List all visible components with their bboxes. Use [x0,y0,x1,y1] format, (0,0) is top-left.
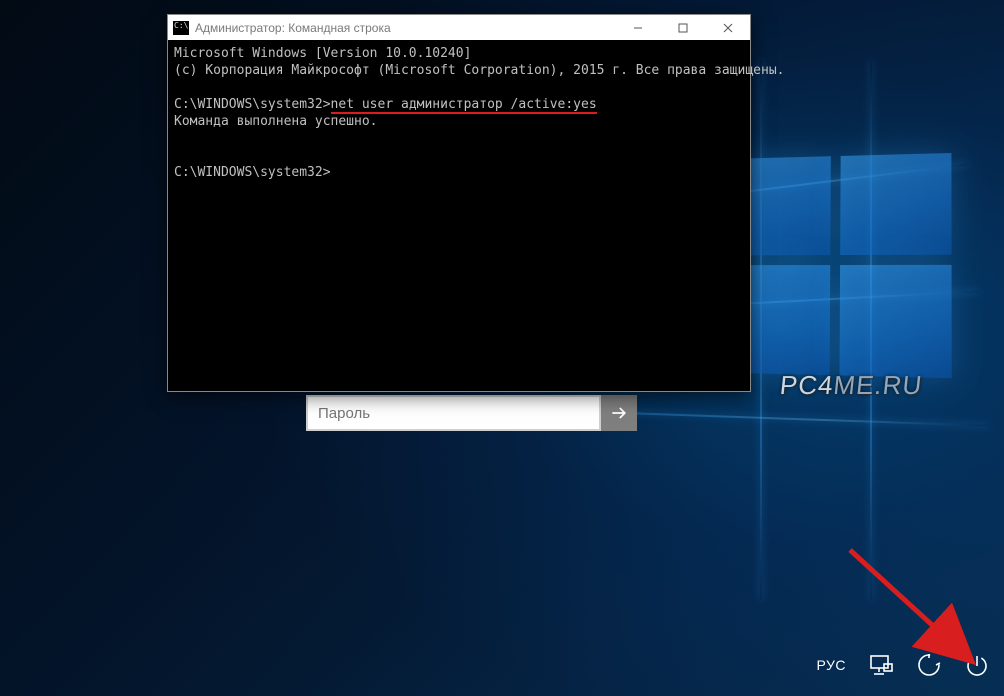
language-indicator[interactable]: РУС [816,657,846,673]
windows-lock-screen: PC4ME.RU Администратор: Командная строка [0,0,1004,696]
terminal-line [174,147,744,164]
ease-of-access-button[interactable] [916,652,942,678]
terminal-output[interactable]: Microsoft Windows [Version 10.0.10240](c… [168,40,750,186]
network-icon [868,654,894,676]
command-prompt-window[interactable]: Администратор: Командная строка Microsof… [167,14,751,392]
terminal-line: C:\WINDOWS\system32>net user администрат… [174,96,744,113]
lock-screen-controls: РУС [816,652,990,678]
submit-password-button[interactable] [601,395,637,431]
minimize-button[interactable] [615,15,660,40]
password-input[interactable] [306,395,601,431]
terminal-line: Команда выполнена успешно. [174,113,744,130]
annotation-underline [331,112,597,114]
windows-logo [733,153,962,389]
watermark: PC4ME.RU [778,370,924,401]
maximize-button[interactable] [660,15,705,40]
password-row [306,395,637,431]
window-title: Администратор: Командная строка [195,21,615,35]
terminal-line [174,130,744,147]
power-button[interactable] [964,652,990,678]
window-titlebar[interactable]: Администратор: Командная строка [168,15,750,40]
close-button[interactable] [705,15,750,40]
terminal-line: (c) Корпорация Майкрософт (Microsoft Cor… [174,62,744,79]
network-button[interactable] [868,652,894,678]
arrow-right-icon [609,403,629,423]
cmd-icon [173,21,189,35]
terminal-line: Microsoft Windows [Version 10.0.10240] [174,45,744,62]
power-icon [964,652,990,678]
terminal-prompt: C:\WINDOWS\system32> [174,164,744,181]
annotation-arrow [840,540,990,670]
terminal-line [174,79,744,96]
ease-of-access-icon [916,652,942,678]
